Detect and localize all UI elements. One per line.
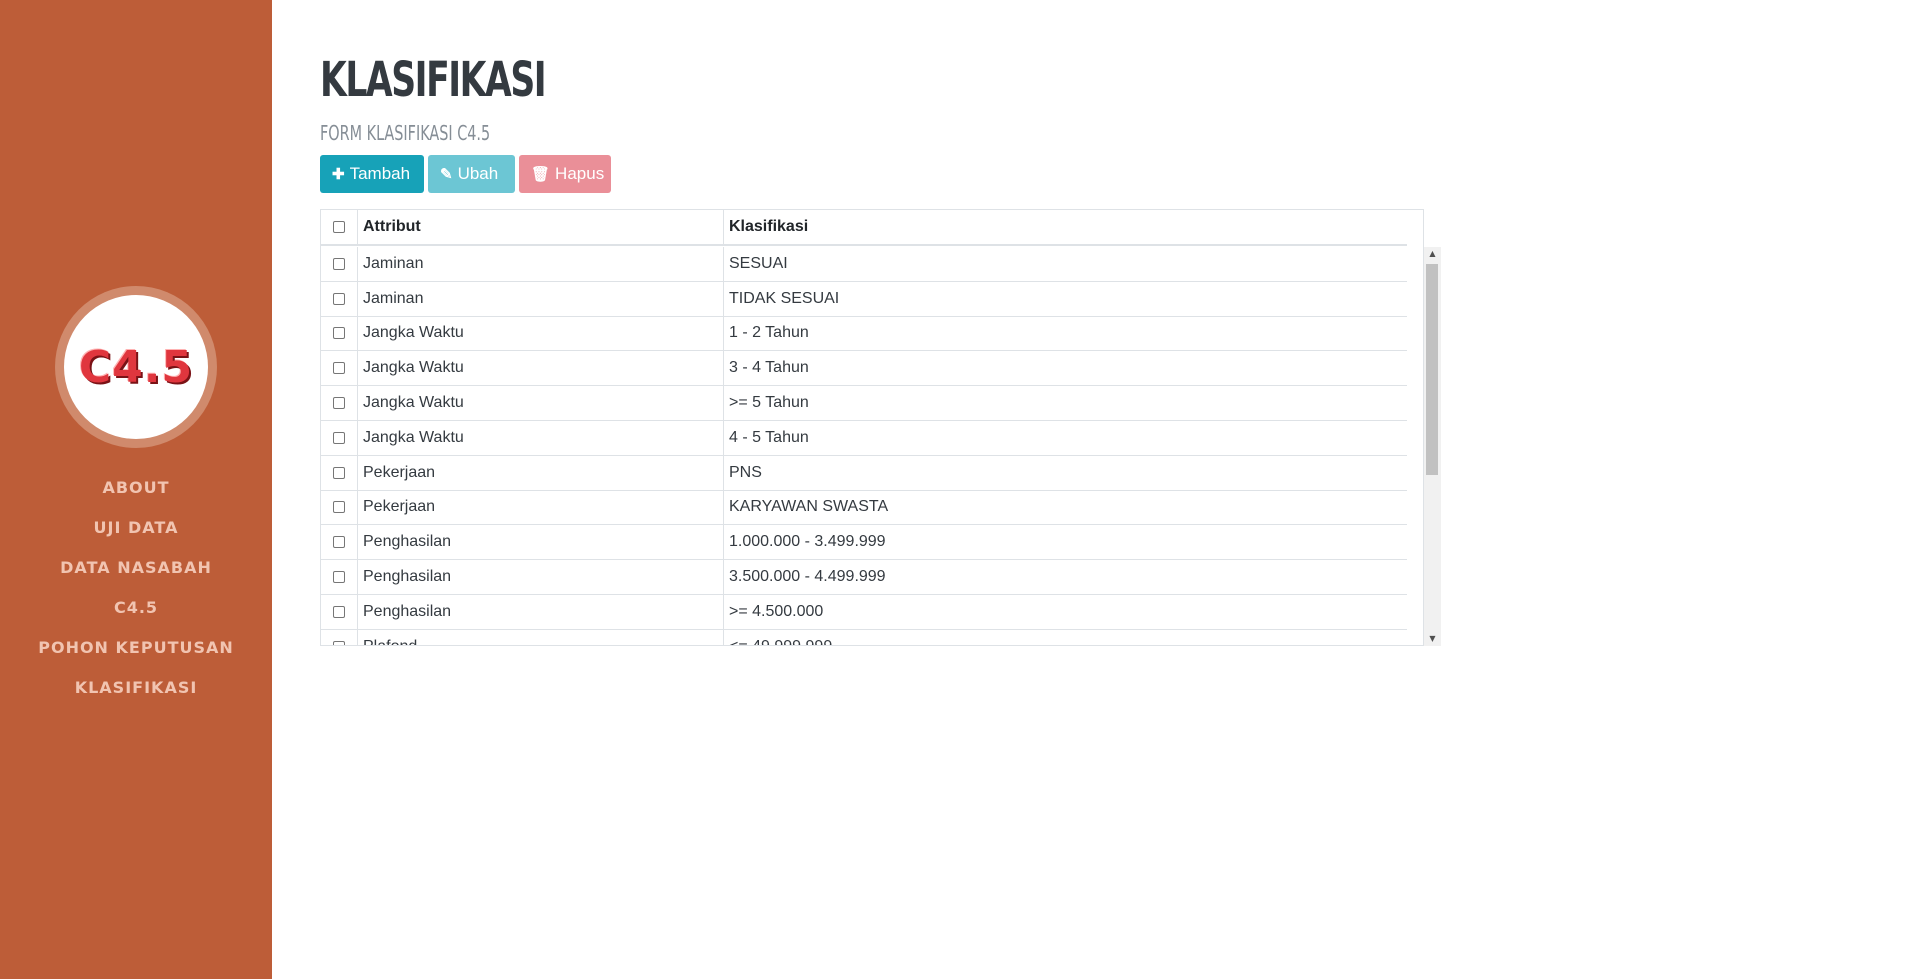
plus-icon: ✚ — [332, 166, 345, 183]
row-checkbox-cell — [321, 560, 358, 594]
table-row[interactable]: Pekerjaan PNS — [321, 455, 1407, 491]
cell-klasifikasi: TIDAK SESUAI — [729, 289, 840, 307]
nav-item-uji-data[interactable]: UJI DATA — [0, 508, 272, 548]
edit-button-label: Ubah — [457, 164, 499, 183]
row-checkbox[interactable] — [333, 362, 345, 375]
row-checkbox[interactable] — [333, 501, 345, 514]
logo-text: C4.5 — [78, 341, 194, 393]
cell-klasifikasi: >= 5 Tahun — [729, 394, 809, 412]
select-all-checkbox[interactable] — [333, 221, 345, 233]
row-checkbox-cell — [321, 629, 358, 645]
sidebar-nav: ABOUT UJI DATA DATA NASABAH C4.5 POHON K… — [0, 468, 272, 708]
row-checkbox[interactable] — [333, 292, 345, 305]
row-checkbox-cell — [321, 386, 358, 420]
table-scrollbar[interactable]: ▲ ▼ — [1424, 247, 1441, 646]
cell-klasifikasi: SESUAI — [729, 254, 788, 272]
sidebar: C4.5 ABOUT UJI DATA DATA NASABAH C4.5 PO… — [0, 0, 272, 979]
add-button[interactable]: ✚ Tambah — [320, 155, 424, 193]
cell-attribut: Penghasilan — [358, 560, 724, 594]
table-row[interactable]: Jangka Waktu 3 - 4 Tahun — [321, 351, 1407, 387]
row-checkbox[interactable] — [333, 397, 345, 410]
row-checkbox[interactable] — [333, 327, 345, 340]
select-all-cell — [321, 210, 358, 244]
cell-attribut: Pekerjaan — [358, 455, 724, 490]
row-checkbox-cell — [321, 351, 358, 386]
main-content: KLASIFIKASI FORM KLASIFIKASI C4.5 ✚ Tamb… — [320, 0, 1920, 979]
nav-item-data-nasabah[interactable]: DATA NASABAH — [0, 548, 272, 588]
cell-attribut: Jaminan — [358, 247, 724, 281]
column-header-attribut[interactable]: Attribut — [358, 210, 724, 244]
row-checkbox-cell — [321, 525, 358, 560]
scrollbar-thumb[interactable] — [1426, 264, 1438, 475]
delete-button-label: Hapus — [555, 164, 605, 183]
row-checkbox[interactable] — [333, 605, 345, 618]
trash-icon: 🗑 — [531, 166, 551, 183]
page-title: KLASIFIKASI — [320, 52, 547, 108]
table-header: Attribut Klasifikasi — [321, 210, 1407, 246]
cell-attribut: Jaminan — [358, 281, 724, 316]
scroll-down-icon[interactable]: ▼ — [1424, 632, 1441, 646]
table-row[interactable]: Plafond<= 49.999.999 — [321, 629, 1407, 645]
add-button-label: Tambah — [349, 164, 411, 183]
edit-button[interactable]: ✎ Ubah — [428, 155, 515, 193]
cell-klasifikasi: PNS — [729, 463, 762, 481]
page-subtitle: FORM KLASIFIKASI C4.5 — [320, 121, 491, 145]
scroll-up-icon[interactable]: ▲ — [1424, 247, 1441, 261]
cell-klasifikasi: KARYAWAN SWASTA — [729, 498, 889, 516]
nav-item-about[interactable]: ABOUT — [0, 468, 272, 508]
table-row[interactable]: Penghasilan 3.500.000 - 4.499.999 — [321, 560, 1407, 595]
cell-attribut: Pekerjaan — [358, 490, 724, 525]
row-checkbox[interactable] — [333, 571, 345, 584]
table-row[interactable]: Jangka Waktu 4 - 5 Tahun — [321, 420, 1407, 456]
cell-klasifikasi: <= 49.999.999 — [724, 630, 1407, 645]
data-table: Attribut Klasifikasi Jaminan SESUAI Jamina… — [320, 209, 1424, 646]
cell-attribut: Jangka Waktu — [358, 420, 724, 455]
logo[interactable]: C4.5 — [64, 295, 208, 439]
cell-attribut: Plafond — [358, 629, 724, 645]
cell-attribut: Penghasilan — [358, 525, 724, 560]
nav-item-klasifikasi[interactable]: KLASIFIKASI — [0, 668, 272, 708]
row-checkbox[interactable] — [333, 257, 345, 270]
delete-button[interactable]: 🗑 Hapus — [519, 155, 611, 193]
cell-attribut: Jangka Waktu — [358, 316, 724, 351]
cell-klasifikasi: >= 4.500.000 — [729, 602, 824, 620]
column-header-klasifikasi[interactable]: Klasifikasi — [724, 210, 1407, 244]
toolbar: ✚ Tambah ✎ Ubah 🗑 Hapus — [320, 155, 611, 193]
cell-attribut: Jangka Waktu — [358, 351, 724, 386]
row-checkbox[interactable] — [333, 466, 345, 479]
table-body: Jaminan SESUAI Jaminan TIDAK SESUAI Jangka W… — [321, 247, 1407, 645]
cell-klasifikasi: 1 - 2 Tahun — [729, 324, 809, 342]
row-checkbox-cell — [321, 490, 358, 525]
cell-klasifikasi: 4 - 5 Tahun — [729, 428, 809, 446]
row-checkbox-cell — [321, 594, 358, 629]
row-checkbox-cell — [321, 455, 358, 490]
row-checkbox[interactable] — [333, 536, 345, 549]
table-row[interactable]: Jaminan TIDAK SESUAI — [321, 281, 1407, 317]
nav-item-pohon-keputusan[interactable]: POHON KEPUTUSAN — [0, 628, 272, 668]
table-row[interactable]: Penghasilan >= 4.500.000 — [321, 594, 1407, 630]
cell-attribut: Jangka Waktu — [358, 386, 724, 420]
row-checkbox-cell — [321, 316, 358, 351]
table-row[interactable]: Pekerjaan KARYAWAN SWASTA — [321, 490, 1407, 526]
row-checkbox[interactable] — [333, 640, 345, 645]
row-checkbox-cell — [321, 247, 358, 281]
row-checkbox-cell — [321, 420, 358, 455]
cell-attribut: Penghasilan — [358, 594, 724, 629]
cell-klasifikasi: 3.500.000 - 4.499.999 — [729, 568, 886, 586]
table-row[interactable]: Jangka Waktu >= 5 Tahun — [321, 386, 1407, 421]
edit-icon: ✎ — [440, 166, 453, 183]
table-row[interactable]: Penghasilan 1.000.000 - 3.499.999 — [321, 525, 1407, 561]
cell-klasifikasi: 3 - 4 Tahun — [729, 359, 809, 377]
logo-ring: C4.5 — [55, 286, 217, 448]
row-checkbox-cell — [321, 281, 358, 316]
row-checkbox[interactable] — [333, 431, 345, 444]
table-row[interactable]: Jaminan SESUAI — [321, 247, 1407, 282]
nav-item-c45[interactable]: C4.5 — [0, 588, 272, 628]
cell-klasifikasi: 1.000.000 - 3.499.999 — [729, 533, 886, 551]
table-row[interactable]: Jangka Waktu 1 - 2 Tahun — [321, 316, 1407, 352]
